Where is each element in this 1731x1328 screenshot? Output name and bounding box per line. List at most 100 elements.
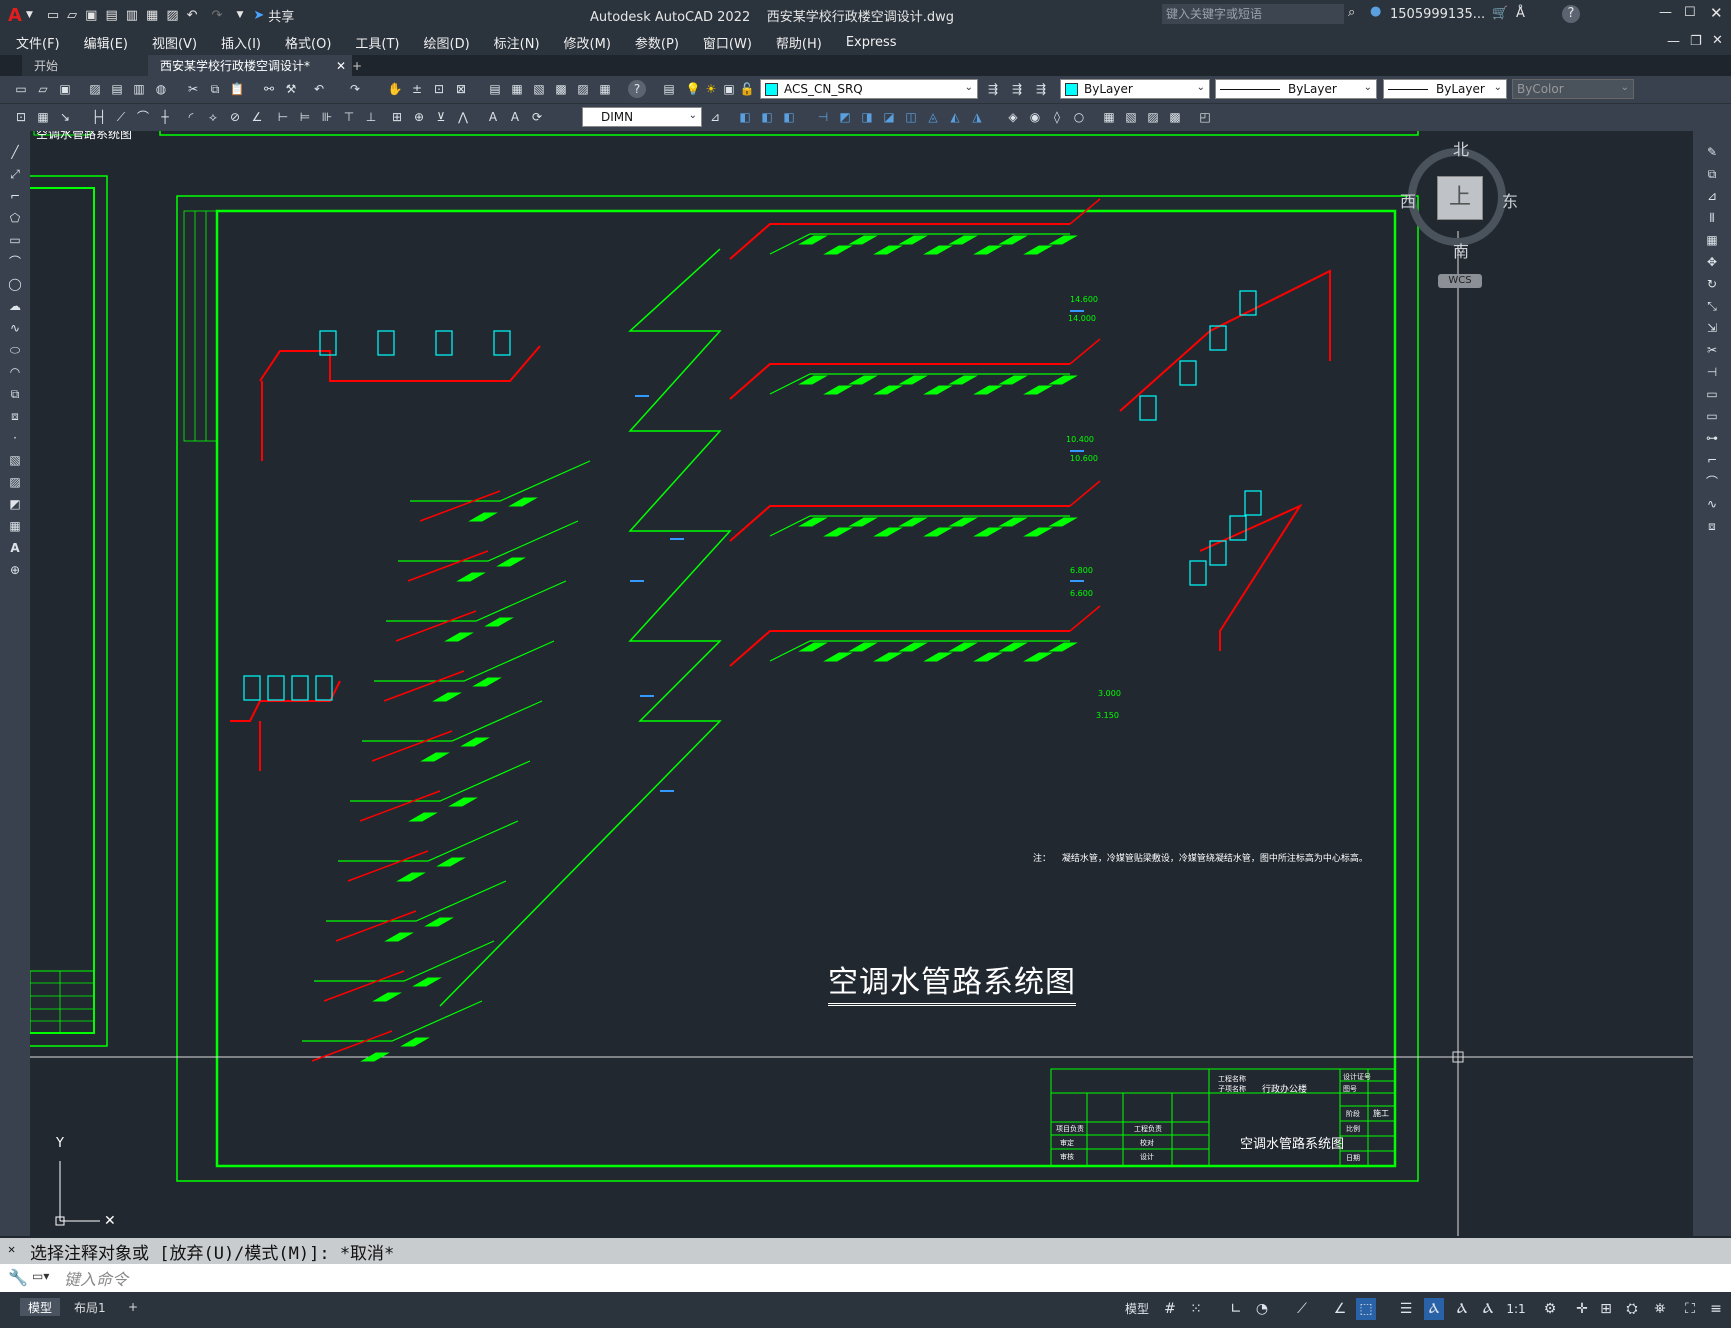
menu-view[interactable]: 视图(V) bbox=[140, 33, 209, 52]
share-icon[interactable]: ➤ bbox=[253, 8, 264, 23]
dim-update-icon[interactable]: ⟳ bbox=[528, 108, 546, 126]
viewcube-east[interactable]: 东 bbox=[1502, 188, 1518, 212]
dim-break-icon[interactable]: ⊥ bbox=[362, 108, 380, 126]
properties-icon[interactable]: ▤ bbox=[486, 80, 504, 98]
add-selected-icon[interactable]: ⊕ bbox=[6, 561, 24, 579]
dim-space-icon[interactable]: ⊤ bbox=[340, 108, 358, 126]
dimstyle-dropdown[interactable]: DIMN ⌄ bbox=[582, 107, 702, 127]
menu-format[interactable]: 格式(O) bbox=[273, 33, 343, 52]
polyline-icon[interactable]: ⌐ bbox=[6, 187, 24, 205]
offset-toolbar-icon[interactable]: ▧ bbox=[1122, 108, 1140, 126]
stretch-icon[interactable]: ⇲ bbox=[1703, 319, 1721, 337]
command-line[interactable]: 🔧 ▭▾ 键入命令 bbox=[0, 1264, 1731, 1292]
search-input[interactable]: 键入关键字或短语 bbox=[1162, 4, 1344, 24]
undo-icon[interactable]: ↶ bbox=[187, 8, 198, 23]
join-toolbar-icon[interactable]: ◈ bbox=[1004, 108, 1022, 126]
maximize-icon[interactable]: ☐ bbox=[1684, 5, 1696, 20]
layer-state-icon[interactable]: ⇶ bbox=[1032, 80, 1050, 98]
new-file-icon[interactable]: ▭ bbox=[47, 8, 59, 23]
publish-toolbar-icon[interactable]: ▥ bbox=[130, 80, 148, 98]
annotation-monitor-icon[interactable]: ✛ bbox=[1572, 1298, 1592, 1320]
markup-icon[interactable]: ▨ bbox=[574, 80, 592, 98]
chamfer-icon[interactable]: ⌐ bbox=[1703, 451, 1721, 469]
tool-palettes-icon[interactable]: ▧ bbox=[530, 80, 548, 98]
autodesk-icon[interactable]: Å bbox=[1516, 6, 1525, 21]
id-point-icon[interactable]: ◧ bbox=[780, 108, 798, 126]
viewcube-north[interactable]: 北 bbox=[1453, 136, 1469, 160]
redo-toolbar-icon[interactable]: ↷ bbox=[346, 80, 364, 98]
lineweight-icon[interactable]: ☰ bbox=[1396, 1298, 1416, 1320]
menu-parametric[interactable]: 参数(P) bbox=[623, 33, 691, 52]
arc-icon[interactable]: ⌒ bbox=[6, 253, 24, 271]
doc-minimize-icon[interactable]: — bbox=[1667, 34, 1680, 49]
dim-text-edit-icon[interactable]: A bbox=[506, 108, 524, 126]
move-toolbar-icon[interactable]: ⊣ bbox=[814, 108, 832, 126]
redo-icon[interactable]: ↷ bbox=[212, 8, 223, 23]
copy-object-icon[interactable]: ⧉ bbox=[1703, 165, 1721, 183]
block-editor-icon[interactable]: ⚒ bbox=[282, 80, 300, 98]
model-tab[interactable]: 模型 bbox=[20, 1298, 61, 1316]
copy-toolbar-icon[interactable]: ◩ bbox=[836, 108, 854, 126]
isodraft-icon[interactable]: ⟋ bbox=[1292, 1298, 1312, 1320]
layer-lock-icon[interactable]: 🔓 bbox=[738, 80, 756, 98]
close-icon[interactable]: ✕ bbox=[1710, 4, 1723, 22]
object-snap-icon[interactable]: ⬚ bbox=[1356, 1298, 1376, 1320]
angular-dim-icon[interactable]: ∠ bbox=[248, 108, 266, 126]
share-button[interactable]: 共享 bbox=[268, 6, 294, 25]
menu-express[interactable]: Express bbox=[834, 35, 909, 50]
drawing-canvas[interactable]: Y ✕ 空调水管路系统图 注： 凝结水管，冷媒管贴梁敷设，冷媒管绕凝结水管，图中… bbox=[30, 131, 1693, 1236]
object-snap-tracking-icon[interactable]: ∠ bbox=[1330, 1298, 1350, 1320]
publish-icon[interactable]: ▥ bbox=[126, 8, 138, 23]
trim-toolbar-icon[interactable]: ◬ bbox=[924, 108, 942, 126]
jogged-dim-icon[interactable]: ⟡ bbox=[204, 108, 222, 126]
linear-dim-icon[interactable]: ├┤ bbox=[90, 108, 108, 126]
annotation-scale-icon[interactable]: Ⲁ bbox=[1478, 1298, 1498, 1320]
pan-icon[interactable]: ✋ bbox=[386, 80, 404, 98]
break-toolbar-icon[interactable]: ◮ bbox=[968, 108, 986, 126]
plot-toolbar-icon[interactable]: ▨ bbox=[86, 80, 104, 98]
cut-icon[interactable]: ✂ bbox=[184, 80, 202, 98]
snap-icon[interactable]: ⁙ bbox=[1186, 1298, 1206, 1320]
menu-tools[interactable]: 工具(T) bbox=[343, 33, 411, 52]
command-settings-icon[interactable]: 🔧 bbox=[8, 1268, 28, 1287]
open-icon[interactable]: ▱ bbox=[34, 80, 52, 98]
offset-icon[interactable]: ⫴ bbox=[1703, 209, 1721, 227]
viewcube[interactable]: 上 北 南 西 东 WCS bbox=[1400, 136, 1520, 288]
paste-icon[interactable]: 📋 bbox=[228, 80, 246, 98]
annotation-scale-button[interactable]: 1:1 bbox=[1502, 1298, 1530, 1320]
table-style-icon[interactable]: ▦ bbox=[34, 108, 52, 126]
array-icon[interactable]: ▦ bbox=[1703, 231, 1721, 249]
list-icon[interactable]: ◧ bbox=[758, 108, 776, 126]
diameter-dim-icon[interactable]: ⊘ bbox=[226, 108, 244, 126]
rotate-toolbar-icon[interactable]: ◨ bbox=[858, 108, 876, 126]
help-icon[interactable]: ? bbox=[1562, 5, 1580, 23]
arc-length-icon[interactable]: ⌒ bbox=[134, 108, 152, 126]
fillet-icon[interactable]: ⌒ bbox=[1703, 473, 1721, 491]
multileader-style-icon[interactable]: ↘ bbox=[56, 108, 74, 126]
region-icon[interactable]: ◩ bbox=[6, 495, 24, 513]
group-toolbar-icon[interactable]: ◰ bbox=[1196, 108, 1214, 126]
annotation-visibility-icon[interactable]: Ⲁ bbox=[1424, 1298, 1444, 1320]
gradient-icon[interactable]: ▨ bbox=[6, 473, 24, 491]
new-tab-button[interactable]: + bbox=[340, 55, 374, 76]
inspection-icon[interactable]: ⊻ bbox=[432, 108, 450, 126]
menu-edit[interactable]: 编辑(E) bbox=[72, 33, 140, 52]
save-as-icon[interactable]: ▤ bbox=[105, 8, 117, 23]
hatch-icon[interactable]: ▧ bbox=[6, 451, 24, 469]
menu-insert[interactable]: 插入(I) bbox=[209, 33, 273, 52]
workspace-gear-icon[interactable]: ⚙ bbox=[1540, 1298, 1560, 1320]
plot-icon[interactable]: ▦ bbox=[146, 8, 158, 23]
cart-icon[interactable]: 🛒 bbox=[1492, 6, 1508, 21]
rectangle-icon[interactable]: ▭ bbox=[6, 231, 24, 249]
user-icon[interactable]: ● bbox=[1370, 4, 1381, 19]
tab-start[interactable]: 开始 bbox=[22, 55, 166, 76]
center-mark-icon[interactable]: ⊕ bbox=[410, 108, 428, 126]
layer-properties-icon[interactable]: ▤ bbox=[660, 80, 678, 98]
save-icon[interactable]: ▣ bbox=[85, 8, 97, 23]
inquiry-icon[interactable]: ◧ bbox=[736, 108, 754, 126]
radius-dim-icon[interactable]: ◜ bbox=[182, 108, 200, 126]
erase-icon[interactable]: ✎ bbox=[1703, 143, 1721, 161]
command-close-icon[interactable]: ✕ bbox=[8, 1242, 15, 1256]
polar-icon[interactable]: ◔ bbox=[1252, 1298, 1272, 1320]
join-icon[interactable]: ⊶ bbox=[1703, 429, 1721, 447]
